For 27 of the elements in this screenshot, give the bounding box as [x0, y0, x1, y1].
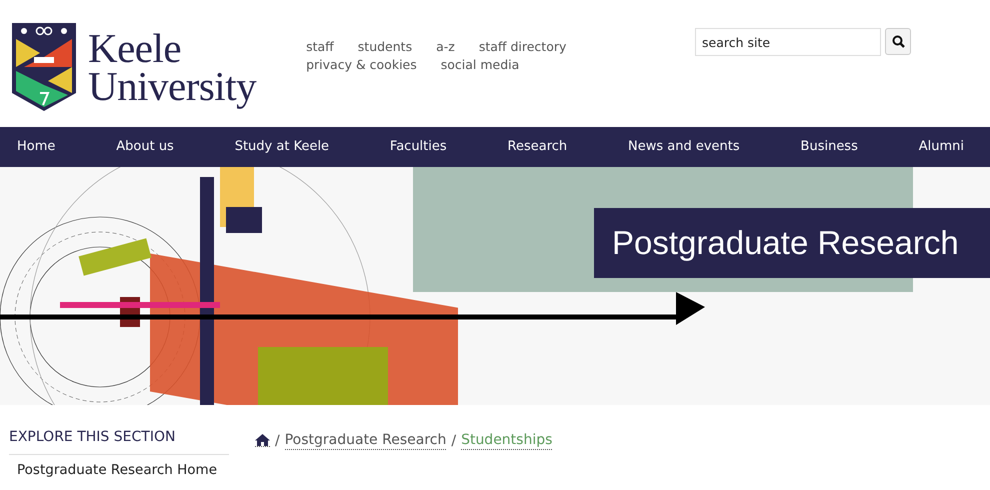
- nav-link[interactable]: Study at Keele: [234, 127, 356, 167]
- nav-link[interactable]: News and events: [628, 127, 766, 167]
- section-heading: EXPLORE THIS SECTION: [9, 429, 229, 455]
- breadcrumb-separator: /: [275, 432, 280, 448]
- search-button[interactable]: [885, 28, 911, 55]
- utility-link[interactable]: staff: [306, 39, 334, 54]
- search-icon: [892, 35, 904, 48]
- nav-link[interactable]: Business: [800, 127, 884, 167]
- utility-link[interactable]: privacy & cookies: [306, 57, 417, 72]
- banner-title: Postgraduate Research: [594, 208, 990, 278]
- home-link[interactable]: [255, 434, 270, 447]
- utility-link[interactable]: a-z: [436, 39, 455, 54]
- sidebar-link[interactable]: Postgraduate Research Home: [9, 455, 229, 478]
- home-icon: [255, 434, 270, 446]
- nav-link[interactable]: Faculties: [390, 127, 473, 167]
- nav-link[interactable]: About us: [116, 127, 200, 167]
- university-logo[interactable]: Keele University: [12, 23, 256, 127]
- nav-link[interactable]: Home: [17, 127, 82, 167]
- breadcrumb-link[interactable]: Postgraduate Research: [284, 432, 446, 450]
- breadcrumb-separator: /: [451, 432, 456, 448]
- nav-link[interactable]: Research: [508, 127, 594, 167]
- utility-link[interactable]: social media: [440, 57, 520, 72]
- logo-wordmark: Keele: [88, 29, 182, 67]
- utility-link[interactable]: students: [358, 39, 412, 54]
- search-field[interactable]: search site: [695, 28, 881, 56]
- utility-link[interactable]: staff directory: [478, 39, 566, 54]
- nav-link[interactable]: Alumni: [918, 127, 990, 167]
